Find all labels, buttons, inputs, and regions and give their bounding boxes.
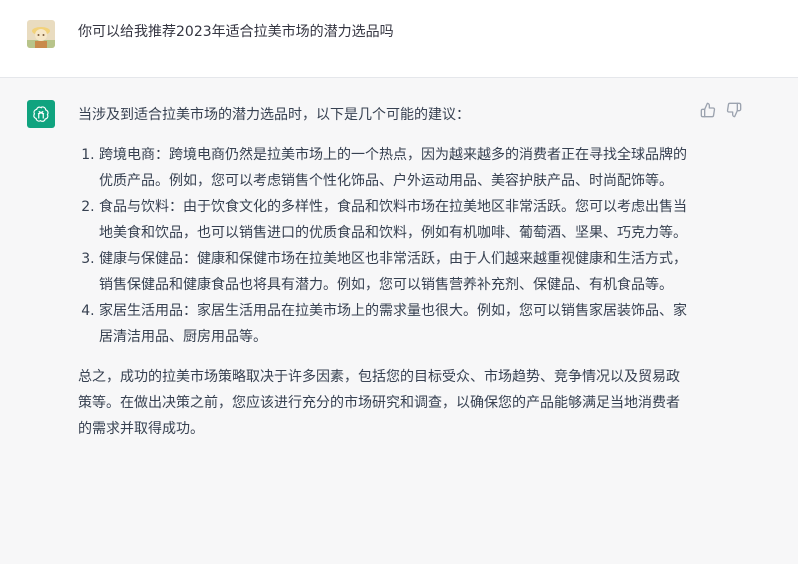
user-message-text: 你可以给我推荐2023年适合拉美市场的潜力选品吗	[78, 24, 394, 40]
assistant-intro: 当涉及到适合拉美市场的潜力选品时，以下是几个可能的建议：	[78, 107, 470, 123]
user-message-row: 你可以给我推荐2023年适合拉美市场的潜力选品吗	[0, 0, 798, 78]
suggestion-list: 跨境电商：跨境电商仍然是拉美市场上的一个热点，因为越来越多的消费者正在寻找全球品…	[78, 142, 690, 350]
list-item: 健康与保健品：健康和保健市场在拉美地区也非常活跃，由于人们越来越重视健康和生活方…	[99, 246, 690, 298]
list-item: 跨境电商：跨境电商仍然是拉美市场上的一个热点，因为越来越多的消费者正在寻找全球品…	[99, 142, 690, 194]
feedback-buttons	[700, 102, 742, 118]
openai-logo-icon	[27, 100, 55, 128]
list-item: 家居生活用品：家居生活用品在拉美市场上的需求量也很大。例如，您可以销售家居装饰品…	[99, 298, 690, 350]
assistant-message-row: 当涉及到适合拉美市场的潜力选品时，以下是几个可能的建议： 跨境电商：跨境电商仍然…	[0, 78, 798, 564]
user-avatar-icon	[27, 20, 55, 48]
chat-page: 你可以给我推荐2023年适合拉美市场的潜力选品吗 当涉及到适合拉美市场的潜力选品…	[0, 0, 798, 564]
assistant-message-content: 当涉及到适合拉美市场的潜力选品时，以下是几个可能的建议： 跨境电商：跨境电商仍然…	[78, 102, 690, 442]
thumbs-down-icon[interactable]	[726, 102, 742, 118]
assistant-summary: 总之，成功的拉美市场策略取决于许多因素，包括您的目标受众、市场趋势、竞争情况以及…	[78, 369, 680, 437]
thumbs-up-icon[interactable]	[700, 102, 716, 118]
list-item: 食品与饮料：由于饮食文化的多样性，食品和饮料市场在拉美地区非常活跃。您可以考虑出…	[99, 194, 690, 246]
